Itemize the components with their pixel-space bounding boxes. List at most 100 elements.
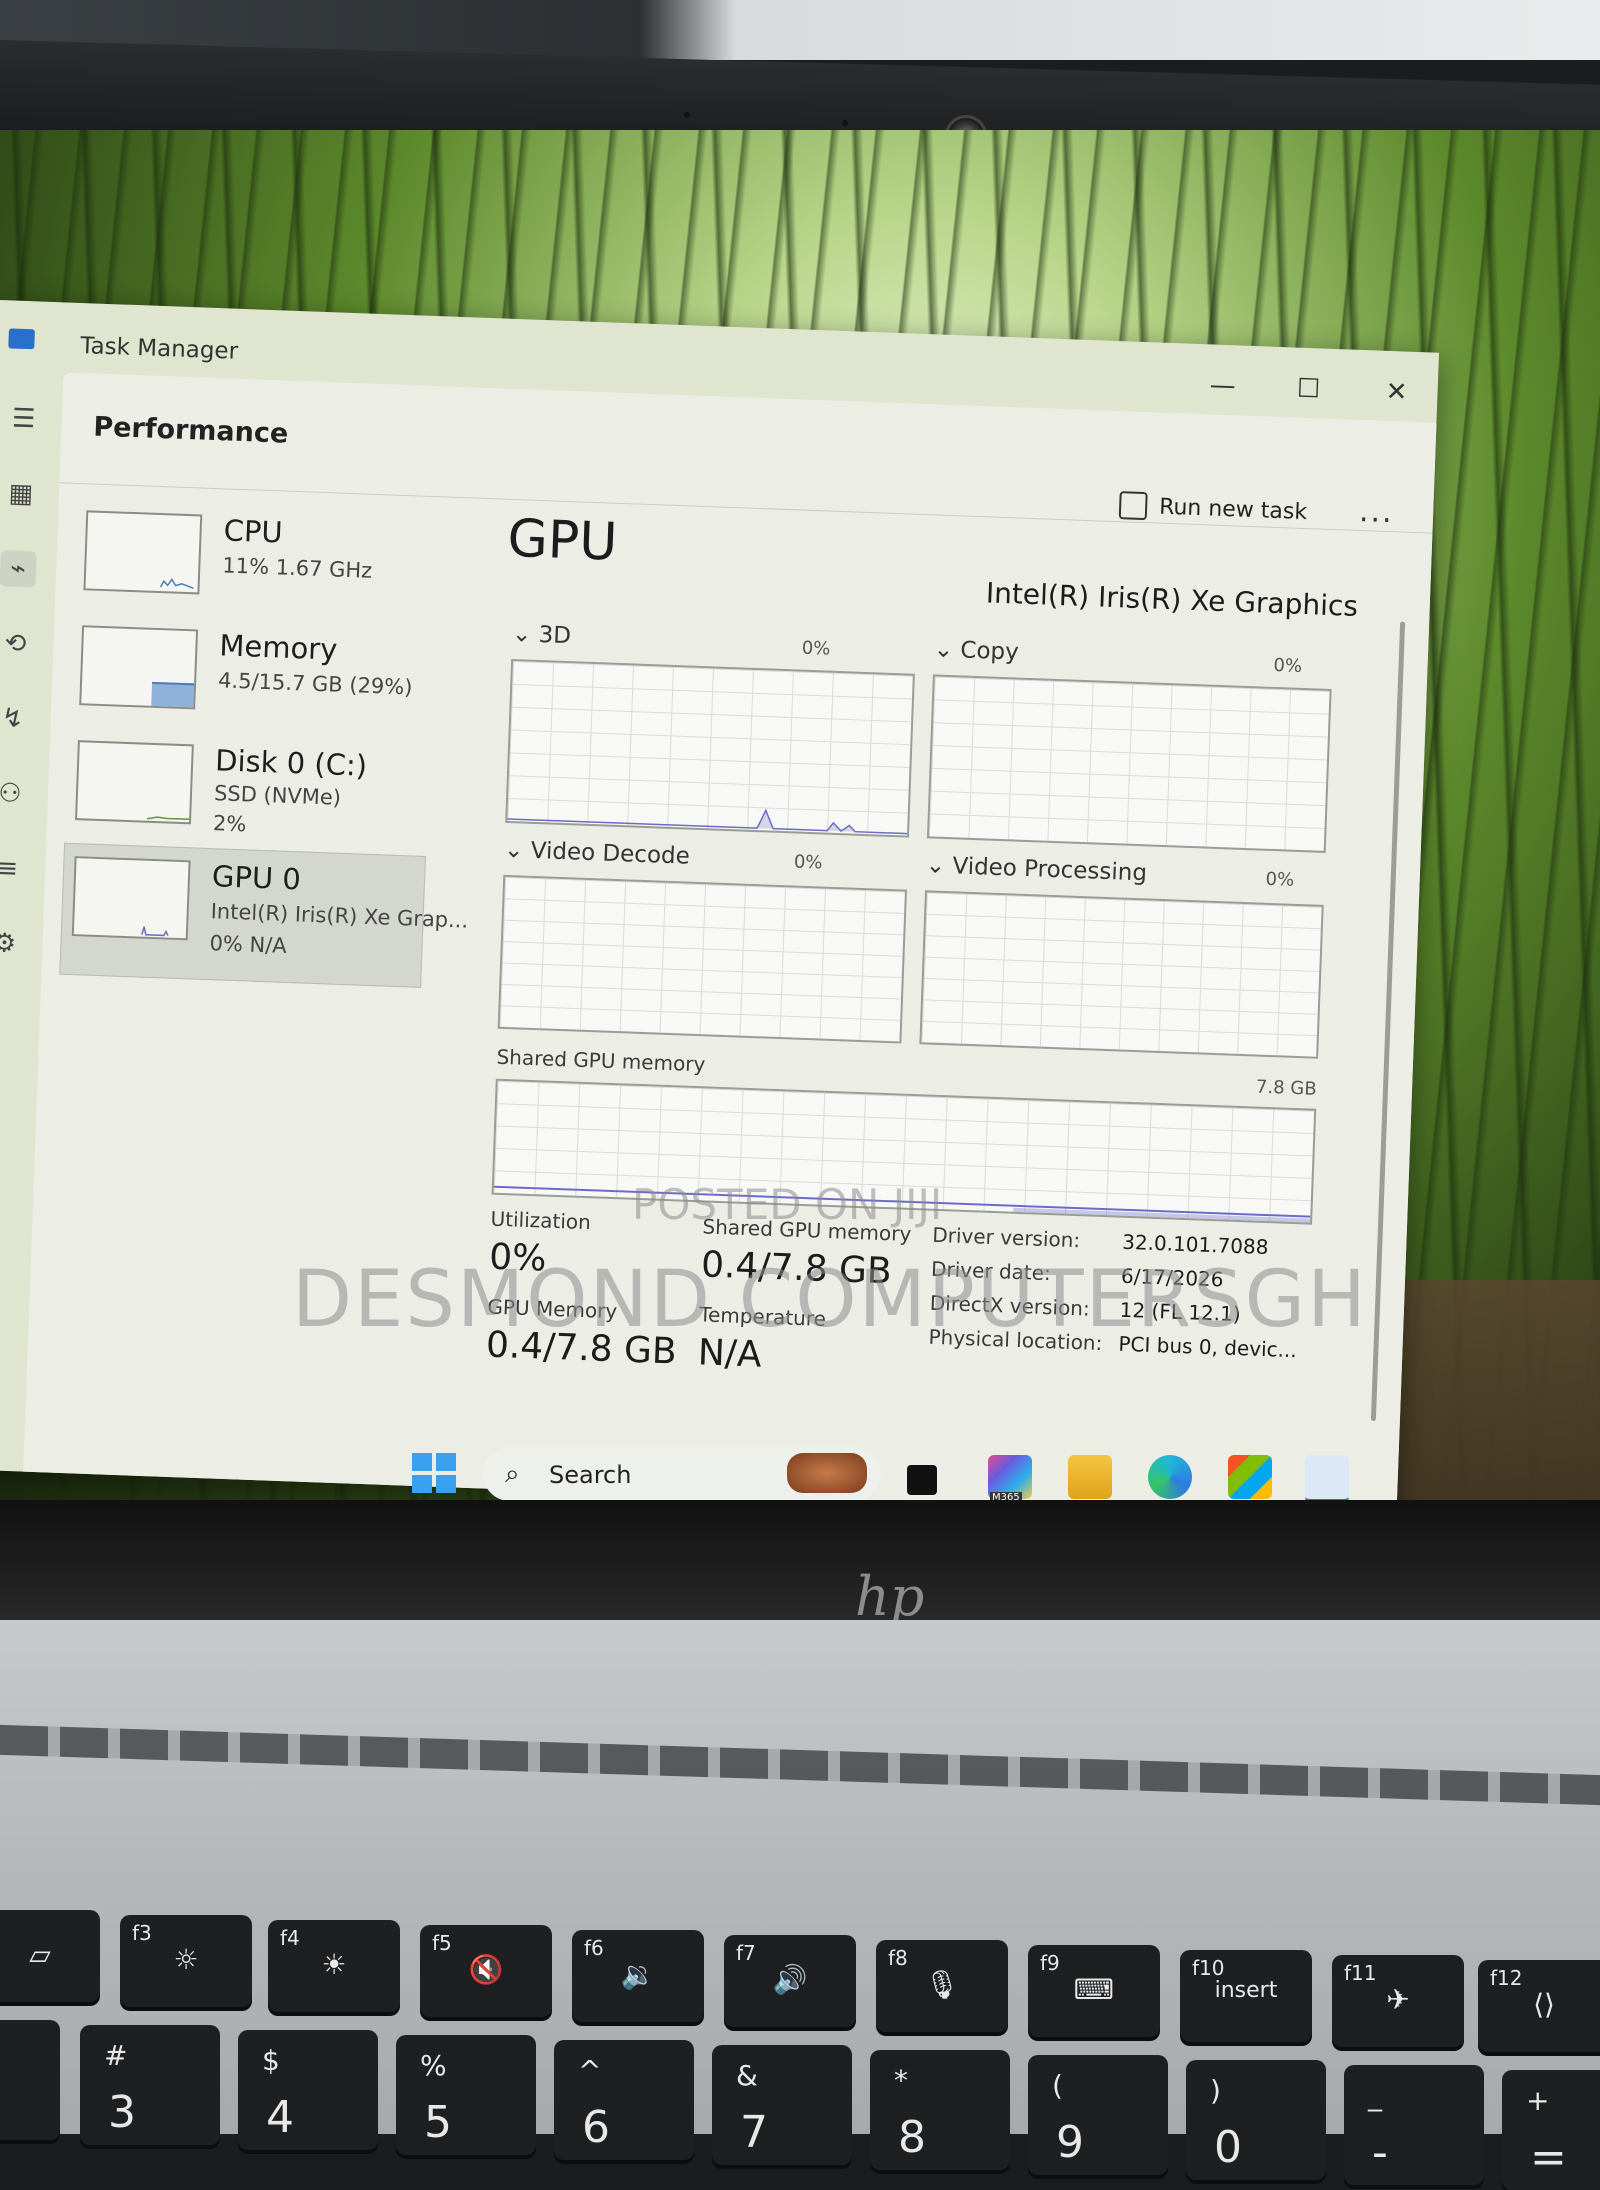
chevron-down-icon: ⌄	[511, 620, 540, 648]
resource-cpu[interactable]: CPU 11% 1.67 GHz	[73, 498, 437, 621]
key-f4[interactable]: f4 ☀	[268, 1920, 400, 2012]
volume-down-icon: 🔉	[620, 1958, 656, 1991]
resource-name: Memory	[218, 628, 338, 667]
edge-icon[interactable]	[1148, 1455, 1192, 1499]
engine-video-processing-graph	[919, 890, 1324, 1059]
minimize-button[interactable]: —	[1207, 370, 1238, 401]
taskbar: ⌕ Search M365	[0, 1435, 1600, 1505]
key-8[interactable]: * 8	[870, 2050, 1010, 2170]
key-3[interactable]: #3	[80, 2025, 220, 2145]
key-4[interactable]: $4	[238, 2030, 378, 2150]
engine-video-decode-label[interactable]: ⌄ Video Decode	[504, 837, 691, 870]
task-manager-icon[interactable]	[1305, 1455, 1349, 1503]
key-f12[interactable]: f12 ⟨⟩	[1478, 1960, 1600, 2052]
processes-icon[interactable]: ▦	[2, 475, 39, 512]
task-manager-app-icon	[8, 328, 35, 350]
disk-thumbnail-graph	[74, 740, 194, 825]
details-icon[interactable]: ≡	[0, 850, 26, 887]
memory-thumbnail-graph	[79, 625, 199, 710]
close-button[interactable]: ✕	[1381, 377, 1412, 408]
gpu-thumbnail-graph	[71, 856, 191, 941]
engine-video-processing-label[interactable]: ⌄ Video Processing	[925, 852, 1147, 886]
settings-icon[interactable]: ⚙	[0, 1370, 7, 1407]
users-icon[interactable]: ⚇	[0, 775, 29, 812]
engine-copy-percent: 0%	[1273, 654, 1303, 677]
app-history-icon[interactable]: ⟲	[0, 625, 34, 662]
resource-gpu[interactable]: GPU 0 Intel(R) Iris(R) Xe Grap... 0% N/A	[59, 842, 469, 988]
brightness-down-icon: ☼	[173, 1943, 199, 1976]
key-f2[interactable]: ▱	[0, 1910, 100, 2002]
key-f6[interactable]: f6 🔉	[572, 1930, 704, 2022]
sensor-dot	[684, 112, 690, 118]
window-title: Task Manager	[79, 332, 239, 365]
performance-icon[interactable]: ⌁	[0, 550, 37, 588]
scrollbar[interactable]	[1370, 621, 1406, 1422]
m365-icon[interactable]: M365	[988, 1455, 1032, 1503]
windows-start-icon[interactable]	[412, 1453, 456, 1493]
store-icon[interactable]	[1228, 1455, 1272, 1499]
gpu-heading: GPU	[506, 508, 619, 573]
search-highlight-image	[787, 1453, 867, 1493]
memory-fill	[151, 681, 195, 708]
resource-usage: 0% N/A	[209, 931, 288, 958]
key-f7[interactable]: f7 🔊	[724, 1935, 856, 2027]
brightness-up-icon: ☀	[321, 1948, 347, 1981]
resource-memory[interactable]: Memory 4.5/15.7 GB (29%)	[69, 613, 433, 736]
engine-3d-percent: 0%	[801, 637, 831, 660]
resource-disk[interactable]: Disk 0 (C:) SSD (NVMe) 2%	[64, 728, 428, 851]
watermark-posted: POSTED ON JIJI	[632, 1180, 943, 1229]
resource-detail: Intel(R) Iris(R) Xe Grap...	[210, 899, 469, 933]
cpu-thumbnail-graph	[83, 510, 203, 595]
key-0[interactable]: ) 0	[1186, 2060, 1326, 2180]
key-f5[interactable]: f5 🔇	[420, 1925, 552, 2017]
display-switch-icon: ⟨⟩	[1533, 1988, 1555, 2021]
file-explorer-icon[interactable]	[1068, 1455, 1112, 1499]
mic-mute-icon: 🎙	[924, 1968, 960, 2001]
key-f10[interactable]: f10 insert	[1180, 1950, 1312, 2042]
taskbar-search[interactable]: ⌕ Search	[483, 1447, 881, 1501]
chevron-down-icon: ⌄	[933, 636, 961, 664]
shared-memory-graph-max: 7.8 GB	[1255, 1076, 1318, 1100]
page-title: Performance	[92, 411, 289, 450]
key-f9[interactable]: f9 ⌨	[1028, 1945, 1160, 2037]
engine-video-decode-percent: 0%	[793, 851, 823, 874]
key-f8[interactable]: f8 🎙	[876, 1940, 1008, 2032]
engine-copy-graph	[926, 674, 1332, 853]
hp-logo: hp	[855, 1565, 925, 1628]
resource-name: GPU 0	[211, 859, 302, 897]
resource-name: Disk 0 (C:)	[214, 743, 368, 783]
watermark-seller: DESMOND COMPUTERSGH	[292, 1255, 1368, 1345]
utilization-label: Utilization	[490, 1206, 592, 1235]
sensor-dot	[842, 120, 848, 126]
key-equals[interactable]: + =	[1502, 2070, 1600, 2190]
key-7[interactable]: & 7	[712, 2045, 852, 2165]
resource-usage: 2%	[212, 811, 247, 837]
engine-copy-label[interactable]: ⌄ Copy	[933, 636, 1019, 665]
airplane-mode-icon: ✈	[1386, 1983, 1410, 2016]
search-label: Search	[549, 1461, 632, 1489]
key-5[interactable]: % 5	[396, 2035, 536, 2155]
keyboard-backlight-icon: ⌨	[1073, 1973, 1115, 2006]
key-f11[interactable]: f11 ✈	[1332, 1955, 1464, 2047]
hamburger-menu-icon[interactable]: ☰	[5, 400, 42, 437]
key-6[interactable]: ^ 6	[554, 2040, 694, 2160]
key-minus[interactable]: _ -	[1344, 2065, 1484, 2185]
laptop-hinge	[0, 1500, 1600, 1630]
engine-video-processing-percent: 0%	[1265, 868, 1295, 891]
services-icon[interactable]: ⚙	[0, 925, 23, 962]
more-options-button[interactable]: ...	[1359, 494, 1395, 530]
startup-apps-icon[interactable]: ↯	[0, 700, 31, 737]
key-9[interactable]: (9	[1028, 2055, 1168, 2175]
key-f3[interactable]: f3 ☼	[120, 1915, 252, 2007]
engine-3d-label[interactable]: ⌄ 3D	[512, 621, 572, 649]
maximize-button[interactable]: ☐	[1293, 373, 1324, 405]
run-new-task-label: Run new task	[1158, 494, 1308, 525]
key-2[interactable]	[0, 2020, 60, 2140]
run-new-task-button[interactable]: Run new task	[1118, 491, 1308, 526]
chevron-down-icon: ⌄	[925, 852, 953, 880]
volume-up-icon: 🔊	[772, 1963, 808, 1996]
resource-name: CPU	[223, 513, 284, 550]
task-view-icon[interactable]	[905, 1463, 939, 1497]
engine-3d-graph	[505, 658, 915, 838]
gpu-model-name: Intel(R) Iris(R) Xe Graphics	[985, 576, 1359, 623]
